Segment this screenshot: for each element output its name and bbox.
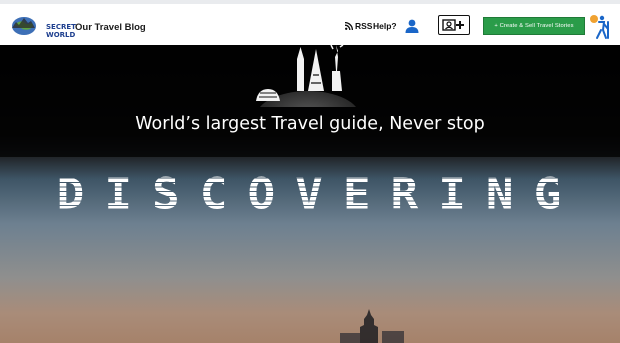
help-link[interactable]: Help?: [373, 21, 397, 31]
rss-icon: [345, 22, 353, 30]
rss-link[interactable]: RSS: [345, 21, 372, 31]
hero-banner: World’s largest Travel guide, Never stop…: [0, 45, 620, 343]
user-account-button[interactable]: [405, 19, 419, 33]
create-travel-stories-button[interactable]: + Create & Sell Travel Stories: [483, 17, 585, 35]
site-logo[interactable]: SECRET WORLD: [10, 12, 76, 39]
logo-wordmark: SECRET WORLD: [46, 23, 76, 39]
landmarks-globe-icon: [256, 45, 356, 107]
logo-line-1: SECRET: [46, 23, 76, 31]
user-icon: [405, 19, 419, 33]
city-silhouette: [340, 309, 404, 343]
hero-tagline: World’s largest Travel guide, Never stop: [135, 114, 485, 134]
hero-headline: DISCOVERING: [0, 169, 620, 219]
rss-label: RSS: [355, 21, 373, 31]
add-video-icon: [442, 19, 464, 31]
site-header: SECRET WORLD Our Travel Blog RSS Help? +…: [0, 4, 620, 45]
travel-blog-link[interactable]: Our Travel Blog: [75, 22, 146, 33]
add-video-button[interactable]: [438, 15, 470, 35]
logo-line-2: WORLD: [46, 31, 76, 39]
hiker-icon: [589, 14, 611, 40]
